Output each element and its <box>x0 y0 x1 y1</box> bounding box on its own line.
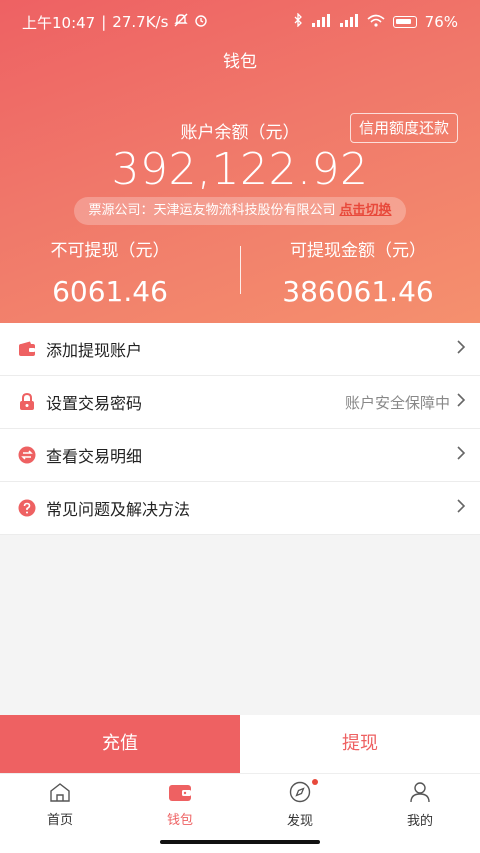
non-withdrawable-block: 不可提现（元） 6061.46 <box>0 236 230 308</box>
menu-item-set-password[interactable]: 设置交易密码 账户安全保障中 <box>0 376 480 429</box>
menu-item-label: 设置交易密码 <box>46 394 143 413</box>
bluetooth-icon <box>293 12 303 31</box>
withdrawable-block: 可提现金额（元） 386061.46 <box>238 236 478 308</box>
tab-label: 发现 <box>286 813 313 829</box>
notification-dot <box>312 779 318 785</box>
menu-item-label: 添加提现账户 <box>46 341 143 360</box>
exchange-icon <box>18 446 36 464</box>
page-title: 钱包 <box>223 52 257 72</box>
tab-label: 我的 <box>406 813 433 829</box>
source-company-text: 票源公司：天津运友物流科技股份有限公司 <box>88 203 336 218</box>
non-withdrawable-label: 不可提现（元） <box>50 241 170 261</box>
network-speed: 27.7K/s <box>112 13 169 31</box>
chevron-right-icon <box>456 498 466 519</box>
bottom-tab-bar: 首页 钱包 发现 我的 <box>0 773 480 835</box>
tab-home[interactable]: 首页 <box>0 774 120 835</box>
tab-mine[interactable]: 我的 <box>360 774 480 835</box>
non-withdrawable-value: 6061.46 <box>52 275 168 308</box>
alarm-icon <box>194 13 208 31</box>
battery-icon <box>392 16 417 28</box>
tab-discover[interactable]: 发现 <box>240 774 360 835</box>
tab-label: 首页 <box>46 812 73 828</box>
recharge-button[interactable]: 充值 <box>0 715 240 773</box>
home-icon <box>49 782 71 806</box>
source-company-bar: 票源公司：天津运友物流科技股份有限公司 点击切换 <box>74 197 406 225</box>
wifi-icon <box>367 14 385 31</box>
wallet-menu: 添加提现账户 设置交易密码 账户安全保障中 查看交易明细 常见问题及解决方法 <box>0 323 480 535</box>
chevron-right-icon <box>456 392 466 413</box>
wallet-header: 上午10:47 | 27.7K/s 76% 钱包 信用额度还款 账户余额（元） … <box>0 0 480 323</box>
gesture-bar <box>0 835 480 853</box>
switch-company-link[interactable]: 点击切换 <box>340 203 392 218</box>
withdraw-button[interactable]: 提现 <box>240 715 480 773</box>
chevron-right-icon <box>456 339 466 360</box>
status-bar: 上午10:47 | 27.7K/s 76% <box>22 12 458 32</box>
question-icon <box>18 499 36 517</box>
menu-item-label: 常见问题及解决方法 <box>46 500 191 519</box>
compass-icon <box>289 781 311 807</box>
battery-level: 76% <box>424 13 458 31</box>
menu-item-hint: 账户安全保障中 <box>344 393 450 412</box>
tab-label: 钱包 <box>166 812 193 828</box>
user-icon <box>409 781 431 807</box>
mute-icon <box>174 13 189 31</box>
status-time: 上午10:47 <box>22 13 96 32</box>
withdrawable-value: 386061.46 <box>282 275 434 308</box>
signal-icon <box>339 13 359 31</box>
menu-item-label: 查看交易明细 <box>46 447 143 466</box>
tab-wallet[interactable]: 钱包 <box>120 774 240 835</box>
home-indicator[interactable] <box>160 840 320 844</box>
balance-label: 账户余额（元） <box>180 123 300 143</box>
action-bar: 充值 提现 <box>0 715 480 773</box>
balance-value: 392,122.92 <box>111 144 369 195</box>
menu-item-faq[interactable]: 常见问题及解决方法 <box>0 482 480 535</box>
wallet-icon <box>18 340 36 358</box>
lock-icon <box>18 393 36 411</box>
withdrawable-label: 可提现金额（元） <box>290 241 426 261</box>
chevron-right-icon <box>456 445 466 466</box>
wallet-icon <box>168 782 192 806</box>
signal-icon <box>311 13 331 31</box>
menu-item-transaction-detail[interactable]: 查看交易明细 <box>0 429 480 482</box>
menu-item-add-account[interactable]: 添加提现账户 <box>0 323 480 376</box>
